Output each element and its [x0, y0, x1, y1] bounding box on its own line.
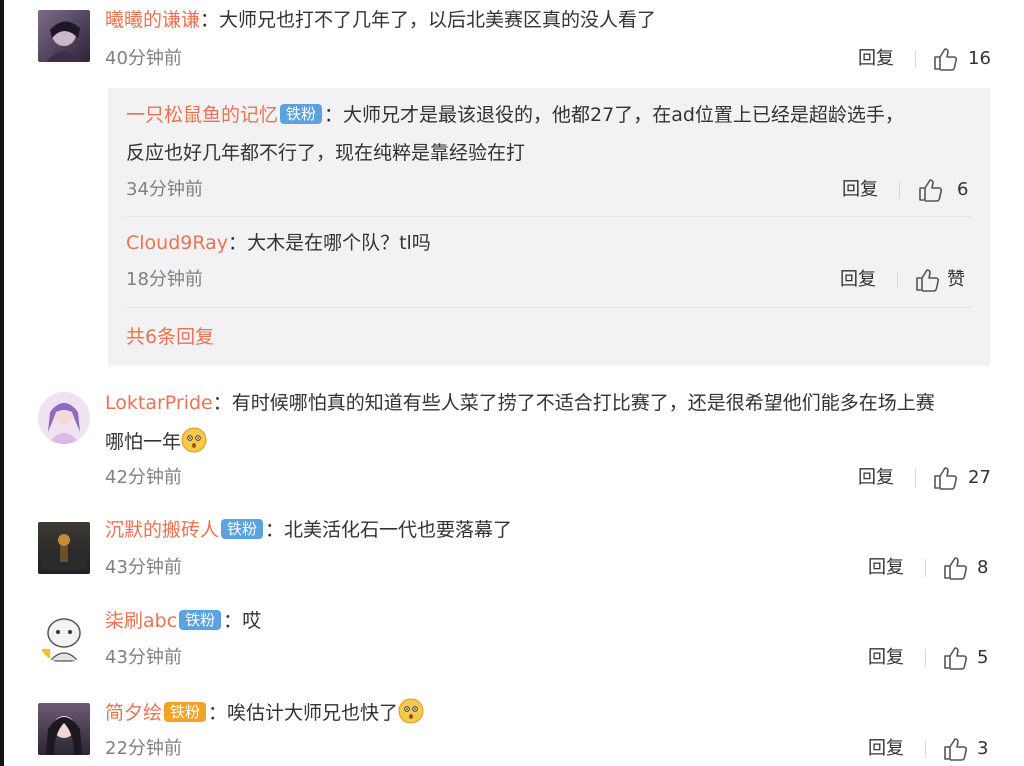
replier-name[interactable]: 一只松鼠鱼的记忆: [126, 104, 278, 126]
comment-text-continued: 哪怕一年: [105, 431, 182, 453]
thumbs-up-icon[interactable]: [932, 46, 958, 72]
replier-name[interactable]: Cloud9Ray: [126, 232, 228, 254]
reply-button[interactable]: 回复: [842, 178, 878, 202]
reply-time: 18分钟前: [126, 269, 203, 290]
like-label: 赞: [947, 269, 965, 290]
comment-time: 40分钟前: [105, 48, 182, 69]
like-count: 27: [968, 467, 991, 488]
thumbs-up-icon[interactable]: [917, 177, 943, 203]
reply-divider: [126, 216, 972, 217]
avatar-image: [46, 21, 82, 62]
divider: [897, 271, 898, 289]
more-replies-link[interactable]: 共6条回复: [126, 322, 214, 349]
commenter-name[interactable]: 柒刷abc: [105, 610, 177, 632]
replies-panel: [108, 88, 990, 366]
reply-text-continued: 反应也好几年都不行了，现在纯粹是靠经验在打: [126, 142, 526, 164]
comment-time: 43分钟前: [105, 557, 182, 578]
divider: [925, 649, 926, 667]
divider: [915, 469, 916, 487]
thumbs-up-icon[interactable]: [914, 267, 940, 293]
like-count: 3: [977, 738, 989, 759]
avatar-image: [42, 618, 81, 662]
fan-badge[interactable]: 铁粉: [164, 702, 207, 722]
comment-text: 哎: [242, 610, 262, 632]
thumbs-up-icon[interactable]: [942, 736, 968, 762]
reply-button[interactable]: 回复: [868, 737, 904, 761]
avatar[interactable]: [38, 703, 90, 755]
commenter-name[interactable]: LoktarPride: [105, 392, 213, 414]
thumbs-up-icon[interactable]: [932, 465, 958, 491]
avatar[interactable]: [38, 10, 90, 62]
fan-badge[interactable]: 铁粉: [280, 104, 323, 124]
avatar-image: [42, 534, 86, 570]
avatar[interactable]: [38, 611, 90, 663]
divider: [925, 559, 926, 577]
avatar[interactable]: [38, 522, 90, 574]
divider: [899, 181, 900, 199]
like-count: 6: [957, 179, 969, 200]
reply-text: 大师兄才是最该退役的，他都27了，在ad位置上已经是超龄选手，: [343, 104, 904, 126]
fan-badge[interactable]: 铁粉: [179, 610, 222, 630]
fan-badge[interactable]: 铁粉: [221, 519, 264, 539]
avatar-image: [46, 716, 82, 755]
commenter-name[interactable]: 曦曦的谦谦: [105, 9, 200, 31]
comment-text: 唉估计大师兄也快了: [227, 702, 399, 724]
like-count: 8: [977, 557, 989, 578]
commenter-name[interactable]: 沉默的搬砖人: [105, 519, 219, 541]
window-edge: [0, 0, 4, 766]
divider: [925, 740, 926, 758]
reply-button[interactable]: 回复: [840, 268, 876, 292]
reply-button[interactable]: 回复: [868, 646, 904, 670]
divider: [915, 50, 916, 68]
comment-text: 有时候哪怕真的知道有些人菜了捞了不适合打比赛了，还是很希望他们能多在场上赛: [231, 392, 935, 414]
avatar[interactable]: [38, 392, 90, 444]
dizzy-face-emoji-icon: [181, 427, 207, 453]
avatar-image: [48, 403, 80, 444]
comment-time: 42分钟前: [105, 467, 182, 488]
comment-text: 北美活化石一代也要落幕了: [284, 519, 513, 541]
comment-time: 43分钟前: [105, 647, 182, 668]
comment-time: 22分钟前: [105, 738, 182, 759]
reply-button[interactable]: 回复: [868, 556, 904, 580]
reply-button[interactable]: 回复: [858, 47, 894, 71]
thumbs-up-icon[interactable]: [942, 645, 968, 671]
like-count: 5: [977, 647, 989, 668]
reply-divider: [126, 307, 972, 308]
dizzy-face-emoji-icon: [398, 698, 424, 724]
thumbs-up-icon[interactable]: [942, 555, 968, 581]
reply-text: 大木是在哪个队？tl吗: [247, 232, 431, 254]
comment-text: 大师兄也打不了几年了，以后北美赛区真的没人看了: [219, 9, 657, 31]
like-count: 16: [968, 48, 991, 69]
reply-button[interactable]: 回复: [858, 466, 894, 490]
commenter-name[interactable]: 简夕绘: [105, 702, 162, 724]
reply-time: 34分钟前: [126, 179, 203, 200]
